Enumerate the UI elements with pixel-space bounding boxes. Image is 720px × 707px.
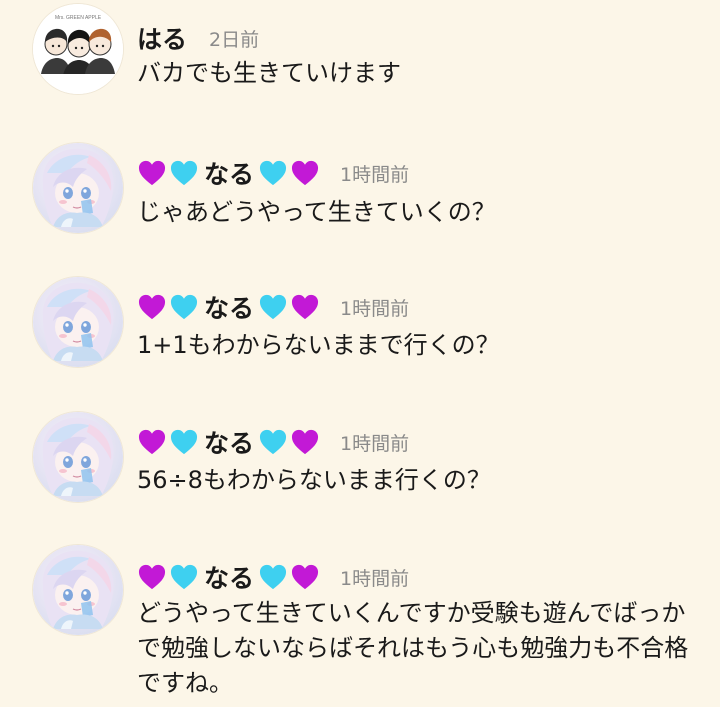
light-blue-heart-icon bbox=[258, 293, 288, 321]
purple-heart-icon bbox=[137, 159, 167, 187]
username-text[interactable]: はる bbox=[137, 20, 187, 56]
purple-heart-icon bbox=[137, 293, 167, 321]
avatar-pastel-girl[interactable] bbox=[33, 412, 123, 502]
comment-meta: なる 1時間前 bbox=[137, 424, 409, 460]
username-text[interactable]: なる bbox=[204, 289, 254, 325]
light-blue-heart-icon bbox=[258, 428, 288, 456]
comment-text: バカでも生きていけます bbox=[137, 59, 401, 87]
purple-heart-icon bbox=[290, 428, 320, 456]
light-blue-heart-icon bbox=[169, 428, 199, 456]
purple-heart-icon bbox=[290, 293, 320, 321]
username[interactable]: なる bbox=[137, 289, 322, 325]
avatar-three-characters[interactable] bbox=[33, 4, 123, 94]
comment-thread: はる 2日前 バカでも生きていけます なる 1時間前 じゃあどうやって生きていく… bbox=[0, 0, 720, 707]
comment-text: どうやって生きていくんですか受験も遊んでばっかで勉強しないならばそれはもう心も勉… bbox=[137, 599, 689, 697]
comment-text: 1+1もわからないままで行くの？ bbox=[137, 331, 500, 359]
timestamp: 1時間前 bbox=[340, 163, 410, 186]
purple-heart-icon bbox=[290, 563, 320, 591]
comment-text: じゃあどうやって生きていくの？ bbox=[137, 198, 496, 226]
avatar-pastel-girl[interactable] bbox=[33, 545, 123, 635]
timestamp: 1時間前 bbox=[340, 432, 410, 455]
purple-heart-icon bbox=[137, 563, 167, 591]
username-text[interactable]: なる bbox=[204, 155, 254, 191]
comment-meta: なる 1時間前 bbox=[137, 559, 409, 595]
light-blue-heart-icon bbox=[169, 563, 199, 591]
username[interactable]: なる bbox=[137, 155, 322, 191]
timestamp: 1時間前 bbox=[340, 297, 410, 320]
avatar-pastel-girl[interactable] bbox=[33, 143, 123, 233]
light-blue-heart-icon bbox=[258, 563, 288, 591]
username-text[interactable]: なる bbox=[204, 559, 254, 595]
username[interactable]: なる bbox=[137, 559, 322, 595]
light-blue-heart-icon bbox=[169, 159, 199, 187]
comment-text: 56÷8もわからないまま行くの？ bbox=[137, 466, 491, 494]
purple-heart-icon bbox=[137, 428, 167, 456]
light-blue-heart-icon bbox=[258, 159, 288, 187]
timestamp: 1時間前 bbox=[340, 567, 410, 590]
comment-meta: なる 1時間前 bbox=[137, 289, 409, 325]
timestamp: 2日前 bbox=[209, 28, 260, 51]
avatar-pastel-girl[interactable] bbox=[33, 277, 123, 367]
purple-heart-icon bbox=[290, 159, 320, 187]
light-blue-heart-icon bbox=[169, 293, 199, 321]
username-text[interactable]: なる bbox=[204, 424, 254, 460]
username[interactable]: はる bbox=[137, 20, 191, 56]
username[interactable]: なる bbox=[137, 424, 322, 460]
comment-meta: はる 2日前 bbox=[137, 20, 259, 56]
comment-meta: なる 1時間前 bbox=[137, 155, 409, 191]
